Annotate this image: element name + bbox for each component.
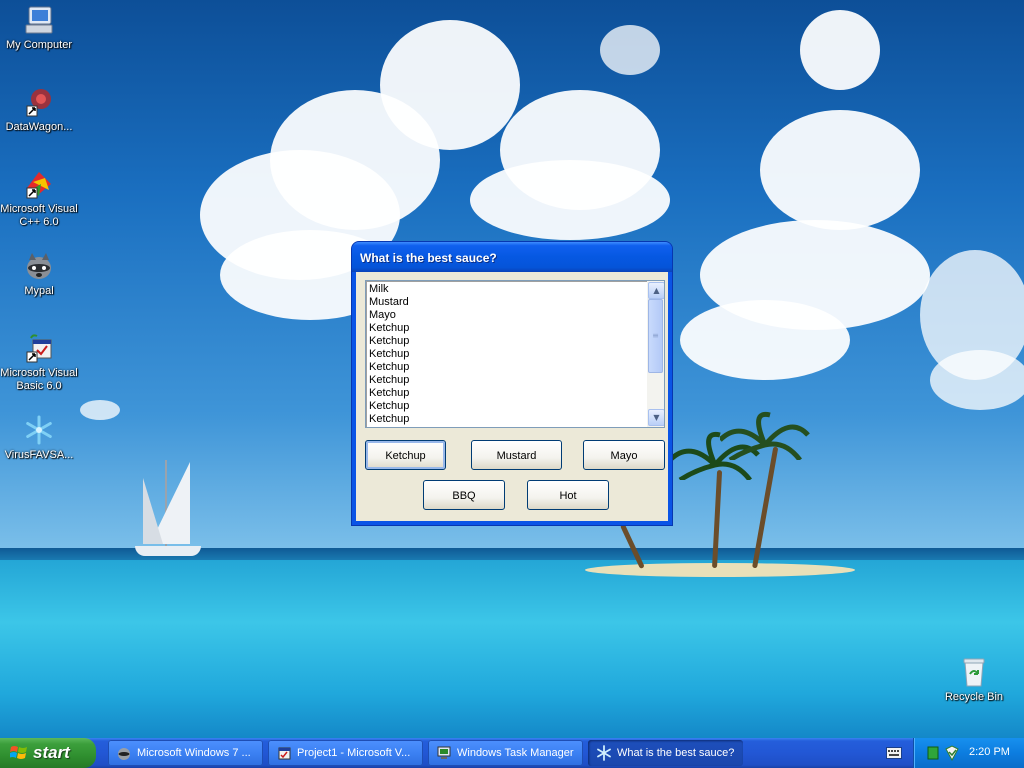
list-item[interactable]: Ketchup [369, 400, 664, 413]
keyboard-icon[interactable] [886, 747, 902, 759]
task-button-label: Microsoft Windows 7 ... [137, 747, 251, 759]
visual-basic-icon [23, 332, 55, 364]
datawagon-icon [23, 86, 55, 118]
dialog-client-area: Milk Mustard Mayo Ketchup Ketchup Ketchu… [356, 272, 668, 521]
boat-sail [143, 478, 163, 544]
desktop-icon-mypal[interactable]: Mypal [0, 250, 78, 298]
hot-button[interactable]: Hot [527, 480, 609, 510]
cloud [80, 400, 120, 420]
desktop-icon-visual-cpp[interactable]: Microsoft Visual C++ 6.0 [0, 168, 78, 229]
scroll-up-button[interactable]: ▲ [648, 282, 664, 299]
task-button-windows-7[interactable]: Microsoft Windows 7 ... [108, 740, 263, 766]
scroll-thumb[interactable]: ≡ [648, 299, 663, 373]
desktop-icon-label: My Computer [5, 39, 73, 51]
start-button[interactable]: start [0, 738, 96, 768]
cloud [760, 110, 920, 230]
sea [0, 560, 1024, 738]
cloud [930, 350, 1024, 410]
recycle-bin-icon [958, 656, 990, 688]
desktop-icon-visual-basic[interactable]: Microsoft Visual Basic 6.0 [0, 332, 78, 393]
cloud [680, 300, 850, 380]
raccoon-icon [23, 250, 55, 282]
list-item[interactable]: Ketchup [369, 361, 664, 374]
task-button-project1[interactable]: Project1 - Microsoft V... [268, 740, 423, 766]
desktop-icon-datawagon[interactable]: DataWagon... [0, 86, 78, 134]
sauce-dialog-window[interactable]: What is the best sauce? Milk Mustard May… [352, 242, 672, 525]
desktop-icon-label: Mypal [24, 285, 54, 297]
island [585, 563, 855, 577]
desktop-icon-label: Recycle Bin [944, 691, 1004, 703]
chevron-up-icon: ▲ [653, 286, 660, 295]
system-tray: 2:20 PM [913, 738, 1024, 768]
task-button-label: Windows Task Manager [457, 747, 574, 759]
task-button-label: Project1 - Microsoft V... [297, 747, 411, 759]
task-button-label: What is the best sauce? [617, 747, 735, 759]
grip-icon: ≡ [652, 331, 659, 340]
boat-hull [135, 546, 201, 556]
desktop-icon-virusfavsa[interactable]: VirusFAVSA... [0, 414, 78, 462]
snowflake-icon [597, 745, 611, 761]
computer-icon [23, 4, 55, 36]
list-item[interactable]: Ketchup [369, 374, 664, 387]
bbq-button[interactable]: BBQ [423, 480, 505, 510]
raccoon-icon [118, 748, 130, 760]
network-icon[interactable] [927, 746, 939, 760]
ketchup-button[interactable]: Ketchup [365, 440, 446, 470]
desktop-icon-label: VirusFAVSA... [4, 449, 74, 461]
taskbar: start Microsoft Windows 7 ... Project1 -… [0, 738, 1024, 768]
list-item[interactable]: Mayo [369, 309, 664, 322]
cloud [380, 20, 520, 150]
cloud [800, 10, 880, 90]
task-button-task-manager[interactable]: Windows Task Manager [428, 740, 583, 766]
start-label: start [33, 743, 70, 762]
list-item[interactable]: Ketchup [369, 348, 664, 361]
desktop-icon-recycle-bin[interactable]: Recycle Bin [935, 656, 1013, 704]
desktop-icon-label: Microsoft Visual Basic 6.0 [0, 367, 78, 392]
shield-icon[interactable] [944, 745, 960, 761]
list-item[interactable]: Mustard [369, 296, 664, 309]
list-item[interactable]: Ketchup [369, 413, 664, 426]
list-item[interactable]: Ketchup [369, 335, 664, 348]
mustard-button[interactable]: Mustard [471, 440, 562, 470]
windows-logo-icon [10, 746, 27, 759]
desktop-icon-label: DataWagon... [5, 121, 73, 133]
list-item[interactable]: Ketchup [369, 387, 664, 400]
visual-basic-icon [278, 747, 291, 760]
list-item[interactable]: Ketchup [369, 322, 664, 335]
task-button-sauce-dialog[interactable]: What is the best sauce? [588, 740, 743, 766]
list-item[interactable]: Milk [369, 283, 664, 296]
dialog-title: What is the best sauce? [360, 251, 497, 265]
dialog-titlebar[interactable]: What is the best sauce? [352, 242, 672, 272]
chevron-down-icon: ▼ [653, 413, 660, 422]
desktop-icon-label: Microsoft Visual C++ 6.0 [0, 203, 78, 228]
clock[interactable]: 2:20 PM [969, 746, 1010, 758]
cloud [600, 25, 660, 75]
desktop-icon-my-computer[interactable]: My Computer [0, 4, 78, 52]
listbox-scrollbar[interactable]: ▲ ≡ ▼ [647, 281, 664, 427]
sauce-listbox[interactable]: Milk Mustard Mayo Ketchup Ketchup Ketchu… [365, 280, 665, 428]
task-manager-icon [437, 746, 451, 759]
snowflake-icon [23, 414, 55, 446]
mayo-button[interactable]: Mayo [583, 440, 665, 470]
palm-leaves [720, 411, 810, 460]
cloud [470, 160, 670, 240]
scroll-down-button[interactable]: ▼ [648, 409, 664, 426]
visual-cpp-icon [23, 168, 55, 200]
